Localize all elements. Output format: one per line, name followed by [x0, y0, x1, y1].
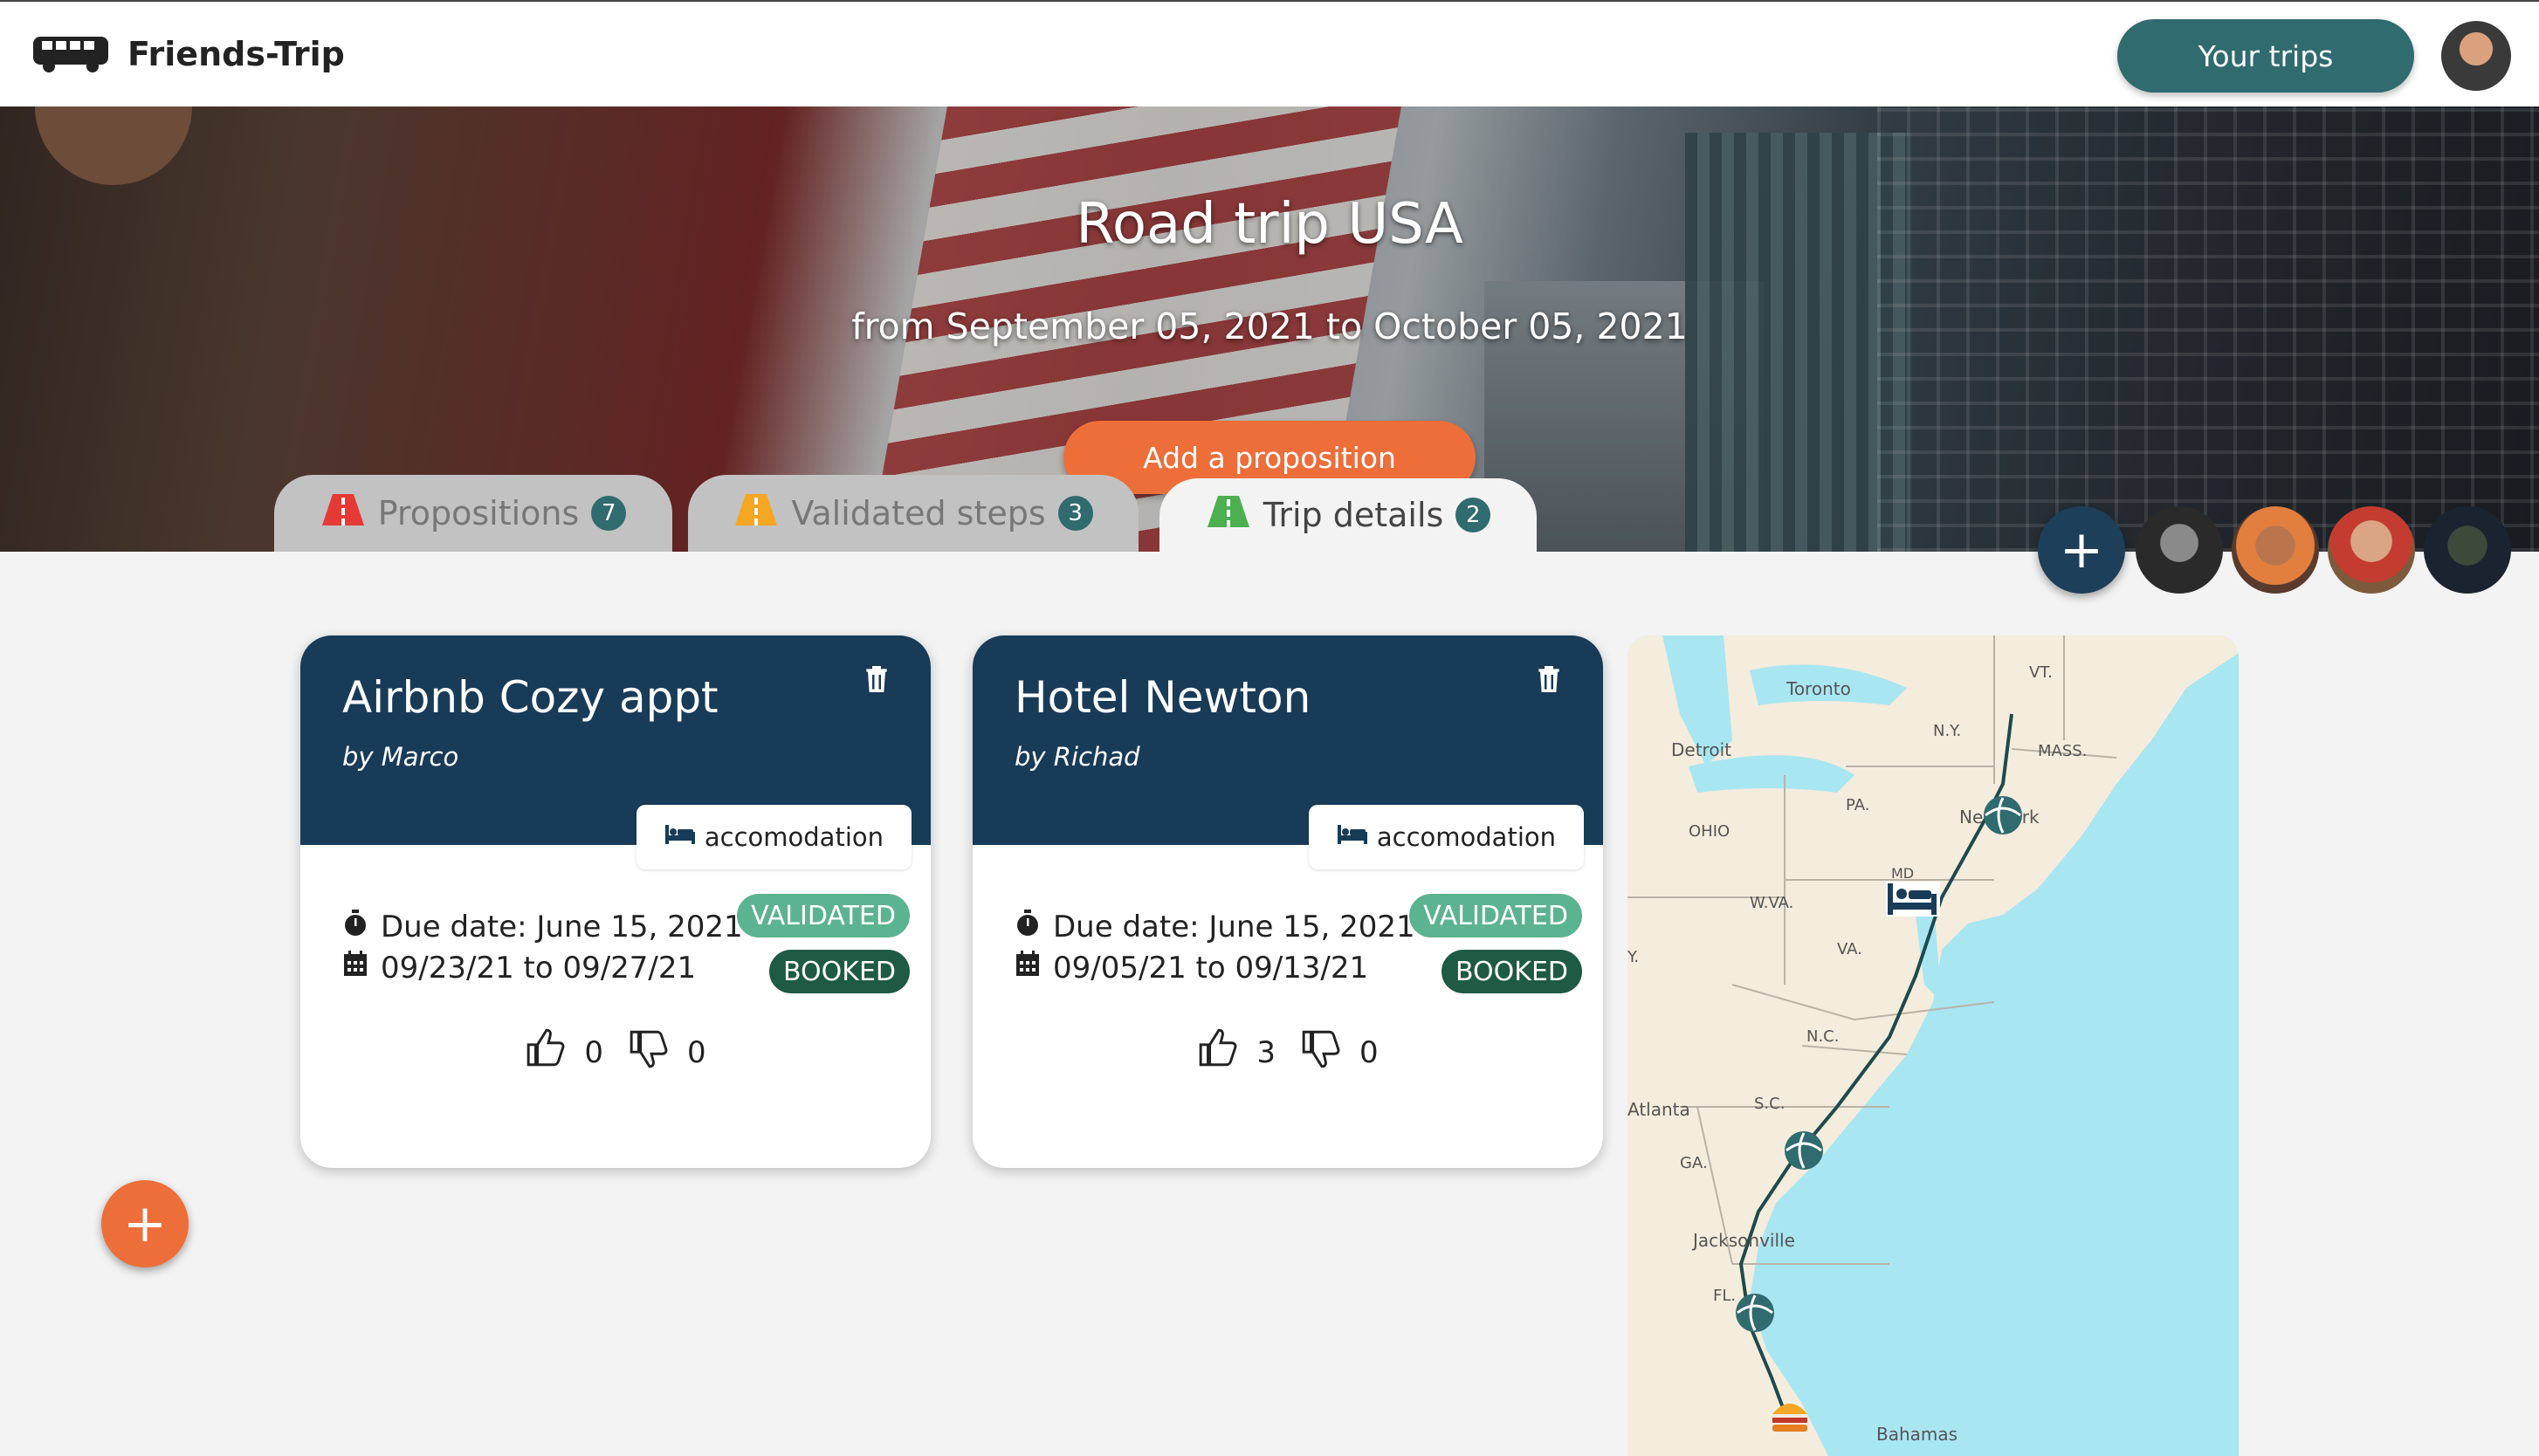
tab-propositions[interactable]: Propositions 7: [274, 475, 672, 552]
hotel-marker-icon[interactable]: [1886, 882, 1940, 917]
calendar-icon: [342, 950, 368, 986]
due-date: Due date: June 15, 2021: [1015, 908, 1415, 945]
tab-label: Trip details: [1263, 496, 1444, 534]
date-range: 09/05/21 to 09/13/21: [1015, 950, 1368, 986]
add-participant-button[interactable]: +: [2038, 506, 2125, 594]
status-badge-validated: VALIDATED: [737, 894, 910, 937]
svg-text:Atlanta: Atlanta: [1627, 1099, 1690, 1120]
thumbs-down-icon: [1300, 1027, 1344, 1078]
svg-text:VA.: VA.: [1837, 940, 1862, 958]
thumbs-up-icon: [525, 1027, 568, 1078]
calendar-icon: [1015, 950, 1041, 986]
tab-label: Propositions: [377, 494, 580, 532]
participant-avatar[interactable]: [2232, 506, 2319, 594]
trip-map[interactable]: Toronto Detroit OHIO PA. N.Y. VT. MASS. …: [1627, 635, 2239, 1456]
svg-text:OHIO: OHIO: [1689, 822, 1730, 841]
category-chip: accomodation: [636, 805, 912, 869]
bed-icon: [1337, 822, 1368, 852]
tab-label: Validated steps: [791, 494, 1046, 532]
dislike-button[interactable]: 0: [628, 1027, 706, 1078]
svg-text:Bahamas: Bahamas: [1876, 1424, 1958, 1445]
volleyball-marker-icon[interactable]: [1984, 796, 2022, 834]
road-icon: [733, 492, 779, 535]
trash-icon[interactable]: [859, 662, 894, 697]
dislike-button[interactable]: 0: [1300, 1027, 1379, 1078]
svg-text:W.VA.: W.VA.: [1750, 894, 1793, 912]
svg-text:Detroit: Detroit: [1671, 739, 1731, 760]
svg-text:GA.: GA.: [1680, 1154, 1708, 1172]
trash-icon[interactable]: [1531, 662, 1566, 697]
road-icon: [1206, 494, 1251, 537]
tab-count-badge: 2: [1455, 498, 1491, 532]
category-chip: accomodation: [1308, 805, 1584, 869]
like-count: 3: [1256, 1034, 1276, 1070]
svg-text:Y.: Y.: [1627, 948, 1639, 966]
participant-avatar[interactable]: [2328, 506, 2415, 594]
tab-trip-details[interactable]: Trip details 2: [1159, 478, 1537, 552]
add-step-button[interactable]: +: [101, 1180, 189, 1267]
category-label: accomodation: [704, 822, 884, 852]
status-badge-booked: BOOKED: [1441, 950, 1582, 993]
svg-text:Jacksonville: Jacksonville: [1691, 1230, 1795, 1251]
svg-text:S.C.: S.C.: [1754, 1095, 1785, 1113]
stopwatch-icon: [342, 908, 368, 945]
road-icon: [320, 492, 366, 535]
van-icon: [30, 31, 114, 77]
svg-text:N.C.: N.C.: [1806, 1027, 1839, 1046]
svg-text:MD: MD: [1891, 865, 1914, 882]
svg-text:PA.: PA.: [1846, 796, 1869, 814]
svg-text:N.Y.: N.Y.: [1933, 722, 1961, 740]
svg-text:MASS.: MASS.: [2038, 742, 2087, 760]
thumbs-up-icon: [1197, 1027, 1241, 1078]
dislike-count: 0: [1359, 1034, 1379, 1070]
brand[interactable]: Friends-Trip: [30, 31, 345, 77]
status-badge-booked: BOOKED: [768, 950, 910, 993]
thumbs-down-icon: [628, 1027, 671, 1078]
tab-count-badge: 3: [1057, 496, 1093, 531]
votes: 3 0: [973, 1027, 1603, 1078]
like-button[interactable]: 0: [525, 1027, 603, 1078]
tab-validated-steps[interactable]: Validated steps 3: [688, 475, 1139, 552]
bed-icon: [664, 822, 696, 852]
like-count: 0: [584, 1034, 603, 1070]
card-title: Airbnb Cozy appt: [342, 672, 719, 723]
participant-avatar[interactable]: [2424, 506, 2511, 594]
category-label: accomodation: [1376, 822, 1556, 852]
svg-text:Toronto: Toronto: [1786, 678, 1851, 699]
date-range: 09/23/21 to 09/27/21: [342, 950, 696, 986]
top-navbar: Friends-Trip Your trips: [0, 0, 2539, 106]
status-badge-validated: VALIDATED: [1409, 894, 1582, 937]
your-trips-button[interactable]: Your trips: [2117, 19, 2414, 93]
proposition-card[interactable]: Airbnb Cozy appt by Marco accomodation D…: [300, 635, 931, 1168]
participant-avatar[interactable]: [2136, 506, 2223, 594]
proposition-card[interactable]: Hotel Newton by Richad accomodation Due …: [973, 635, 1603, 1168]
card-title: Hotel Newton: [1015, 672, 1311, 723]
volleyball-marker-icon[interactable]: [1736, 1294, 1774, 1332]
svg-text:FL.: FL.: [1713, 1287, 1736, 1305]
app-name: Friends-Trip: [127, 35, 345, 73]
trip-title: Road trip USA: [1076, 192, 1463, 257]
user-avatar[interactable]: [2441, 21, 2511, 91]
stopwatch-icon: [1015, 908, 1041, 945]
votes: 0 0: [300, 1027, 931, 1078]
svg-text:VT.: VT.: [2029, 663, 2053, 682]
card-author: by Marco: [342, 742, 459, 772]
like-button[interactable]: 3: [1197, 1027, 1276, 1078]
trip-dates: from September 05, 2021 to October 05, 2…: [851, 306, 1688, 347]
card-author: by Richad: [1015, 742, 1140, 772]
due-date: Due date: June 15, 2021: [342, 908, 743, 945]
tab-count-badge: 7: [591, 496, 627, 531]
volleyball-marker-icon[interactable]: [1785, 1131, 1823, 1170]
dislike-count: 0: [687, 1034, 706, 1070]
